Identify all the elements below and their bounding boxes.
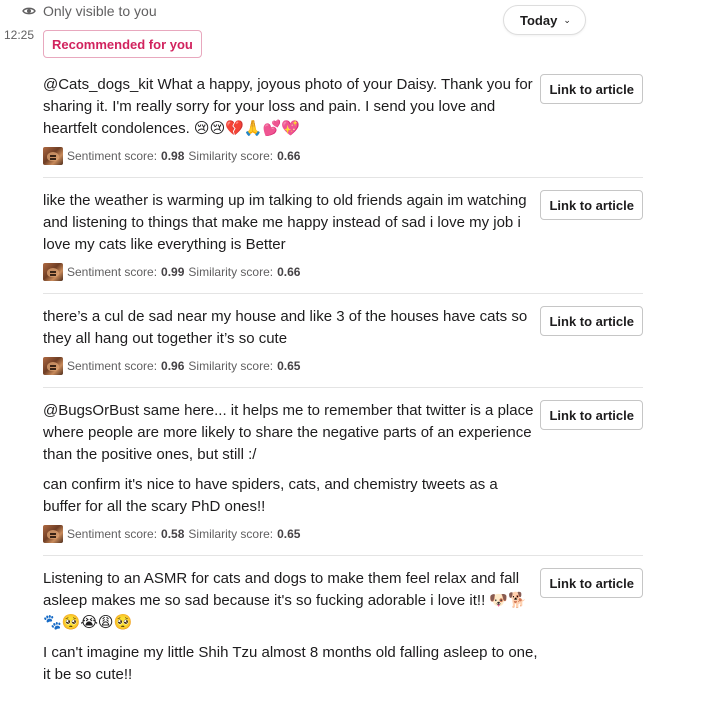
similarity-value: 0.66	[277, 265, 301, 279]
link-to-article-button[interactable]: Link to article	[540, 400, 643, 430]
recommended-badge: Recommended for you	[43, 30, 202, 58]
cat-thumbnail-icon	[43, 525, 63, 543]
similarity-label: Similarity score:	[188, 149, 274, 163]
link-to-article-button[interactable]: Link to article	[540, 190, 643, 220]
result-paragraph: Listening to an ASMR for cats and dogs t…	[43, 570, 527, 631]
result-text: there’s a cul de sad near my house and l…	[43, 306, 538, 350]
sentiment-value: 0.99	[161, 265, 185, 279]
link-to-article-button[interactable]: Link to article	[540, 306, 643, 336]
result-item: like the weather is warming up im talkin…	[43, 178, 643, 294]
similarity-value: 0.66	[277, 149, 301, 163]
app-frame: Only visible to you 12:25 Today ⌄ Recomm…	[0, 0, 726, 718]
result-text: @Cats_dogs_kit What a happy, joyous phot…	[43, 74, 538, 140]
result-paragraph: I can't imagine my little Shih Tzu almos…	[43, 644, 538, 683]
result-text: Listening to an ASMR for cats and dogs t…	[43, 568, 538, 686]
sentiment-value: 0.58	[161, 527, 185, 541]
score-row: Sentiment score: 0.98 Similarity score: 0.6…	[43, 147, 643, 165]
score-row: Sentiment score: 0.96 Similarity score: 0.6…	[43, 357, 643, 375]
result-item: @BugsOrBust same here... it helps me to …	[43, 388, 643, 556]
results-list: @Cats_dogs_kit What a happy, joyous phot…	[43, 62, 643, 698]
link-to-article-button[interactable]: Link to article	[540, 74, 643, 104]
sentiment-value: 0.98	[161, 149, 185, 163]
cat-thumbnail-icon	[43, 147, 63, 165]
result-paragraph: @Cats_dogs_kit What a happy, joyous phot…	[43, 76, 533, 137]
score-row: Sentiment score: 0.58 Similarity score: 0.6…	[43, 525, 643, 543]
date-label: Today	[520, 12, 558, 28]
result-paragraph: like the weather is warming up im talkin…	[43, 192, 527, 253]
visibility-text: Only visible to you	[43, 3, 157, 19]
sentiment-label: Sentiment score:	[67, 149, 158, 163]
similarity-label: Similarity score:	[188, 359, 274, 373]
sentiment-label: Sentiment score:	[67, 265, 158, 279]
cat-thumbnail-icon	[43, 263, 63, 281]
similarity-label: Similarity score:	[188, 527, 274, 541]
sentiment-value: 0.96	[161, 359, 185, 373]
eye-icon	[22, 6, 36, 16]
cat-thumbnail-icon	[43, 357, 63, 375]
similarity-value: 0.65	[277, 359, 301, 373]
result-text: @BugsOrBust same here... it helps me to …	[43, 400, 538, 518]
visibility-notice: Only visible to you	[22, 3, 157, 19]
score-row: Sentiment score: 0.99 Similarity score: 0.6…	[43, 263, 643, 281]
chevron-down-icon: ⌄	[563, 14, 571, 25]
similarity-value: 0.65	[277, 527, 301, 541]
link-to-article-button[interactable]: Link to article	[540, 568, 643, 598]
result-item: Listening to an ASMR for cats and dogs t…	[43, 556, 643, 698]
similarity-label: Similarity score:	[188, 265, 274, 279]
sentiment-label: Sentiment score:	[67, 527, 158, 541]
result-text: like the weather is warming up im talkin…	[43, 190, 538, 256]
result-paragraph: there’s a cul de sad near my house and l…	[43, 308, 528, 347]
result-item: @Cats_dogs_kit What a happy, joyous phot…	[43, 62, 643, 178]
result-item: there’s a cul de sad near my house and l…	[43, 294, 643, 388]
date-divider-button[interactable]: Today ⌄	[503, 5, 586, 35]
message-timestamp[interactable]: 12:25	[4, 28, 34, 42]
sentiment-label: Sentiment score:	[67, 359, 158, 373]
result-paragraph: can confirm it's nice to have spiders, c…	[43, 476, 498, 515]
result-paragraph: @BugsOrBust same here... it helps me to …	[43, 402, 534, 463]
